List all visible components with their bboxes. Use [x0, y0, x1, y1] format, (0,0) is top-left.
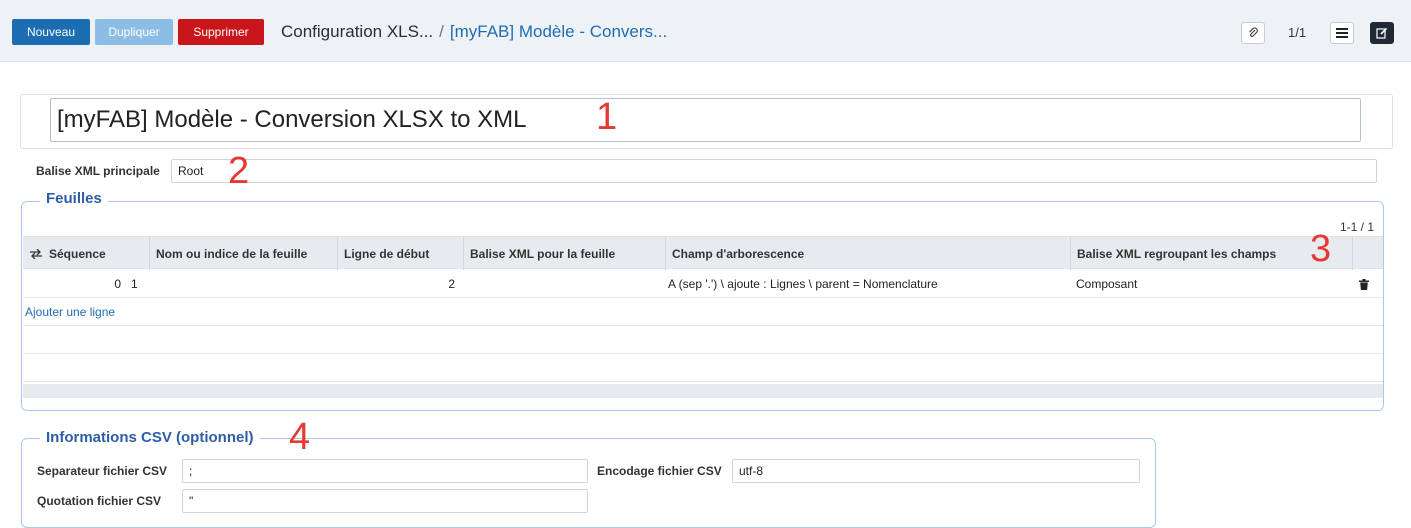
list-view-button[interactable] — [1330, 22, 1354, 44]
csv-legend: Informations CSV (optionnel) — [40, 429, 260, 446]
delete-row-button[interactable] — [1359, 270, 1369, 298]
breadcrumb-separator: / — [439, 22, 444, 41]
csv-quotation-label: Quotation fichier CSV — [37, 494, 162, 508]
col-actions — [1352, 237, 1383, 270]
annotation-4: 4 — [289, 416, 311, 458]
form-view-button[interactable] — [1370, 22, 1394, 44]
delete-button[interactable]: Supprimer — [178, 19, 264, 45]
add-line-label[interactable]: Ajouter une ligne — [23, 305, 115, 319]
col-sheet-name[interactable]: Nom ou indice de la feuille — [149, 237, 337, 270]
col-tree-field[interactable]: Champ d'arborescence — [665, 237, 1070, 270]
cell-start-line: 2 — [448, 277, 455, 291]
list-icon — [1336, 28, 1348, 38]
annotation-2: 2 — [228, 150, 250, 192]
col-sheet-xml-tag[interactable]: Balise XML pour la feuille — [463, 237, 665, 270]
column-settings[interactable] — [23, 237, 47, 270]
cell-sheet-name: 1 — [131, 277, 138, 291]
trash-icon — [1359, 278, 1369, 290]
annotation-3: 3 — [1310, 228, 1332, 270]
main-tag-label: Balise XML principale — [36, 164, 160, 178]
new-button[interactable]: Nouveau — [12, 19, 90, 45]
csv-encoding-input[interactable]: utf-8 — [732, 459, 1140, 483]
breadcrumb-current: [myFAB] Modèle - Convers... — [449, 22, 668, 41]
sort-icon — [30, 248, 42, 259]
csv-group — [21, 438, 1156, 528]
csv-encoding-label: Encodage fichier CSV — [597, 464, 722, 478]
sheets-legend: Feuilles — [40, 190, 108, 207]
sheets-pager: 1-1 / 1 — [1340, 220, 1375, 234]
col-sequence[interactable]: Séquence — [47, 237, 149, 270]
edit-icon — [1376, 27, 1388, 39]
breadcrumb-root-link[interactable]: Configuration XLS... — [281, 22, 433, 41]
col-start-line[interactable]: Ligne de début — [337, 237, 463, 270]
table-row[interactable]: 0 1 2 A (sep '.') \ ajoute : Lignes \ pa… — [23, 270, 1383, 298]
csv-separator-label: Separateur fichier CSV — [37, 464, 168, 478]
empty-row — [23, 326, 1383, 354]
attachment-button[interactable] — [1241, 22, 1265, 44]
sheets-table-header: Séquence Nom ou indice de la feuille Lig… — [23, 236, 1383, 270]
cell-sequence: 0 — [114, 277, 121, 291]
table-footer — [23, 384, 1383, 398]
csv-separator-input[interactable]: ; — [182, 459, 588, 483]
csv-quotation-input[interactable]: " — [182, 489, 588, 513]
add-line-link[interactable]: Ajouter une ligne — [23, 298, 1383, 326]
cell-group-tag: Composant — [1076, 277, 1138, 291]
main-tag-input[interactable]: Root — [171, 159, 1377, 183]
control-panel: Nouveau Dupliquer Supprimer Configuratio… — [0, 0, 1411, 62]
cell-tree-field: A (sep '.') \ ajoute : Lignes \ parent =… — [668, 277, 938, 291]
pager-value: 1/1 — [1288, 25, 1307, 40]
breadcrumb: Configuration XLS... / [myFAB] Modèle - Co… — [281, 22, 667, 42]
record-name-input[interactable]: [myFAB] Modèle - Conversion XLSX to XML — [50, 98, 1361, 142]
annotation-1: 1 — [596, 96, 618, 138]
duplicate-button[interactable]: Dupliquer — [95, 19, 173, 45]
empty-row — [23, 354, 1383, 382]
paperclip-icon — [1249, 27, 1258, 37]
